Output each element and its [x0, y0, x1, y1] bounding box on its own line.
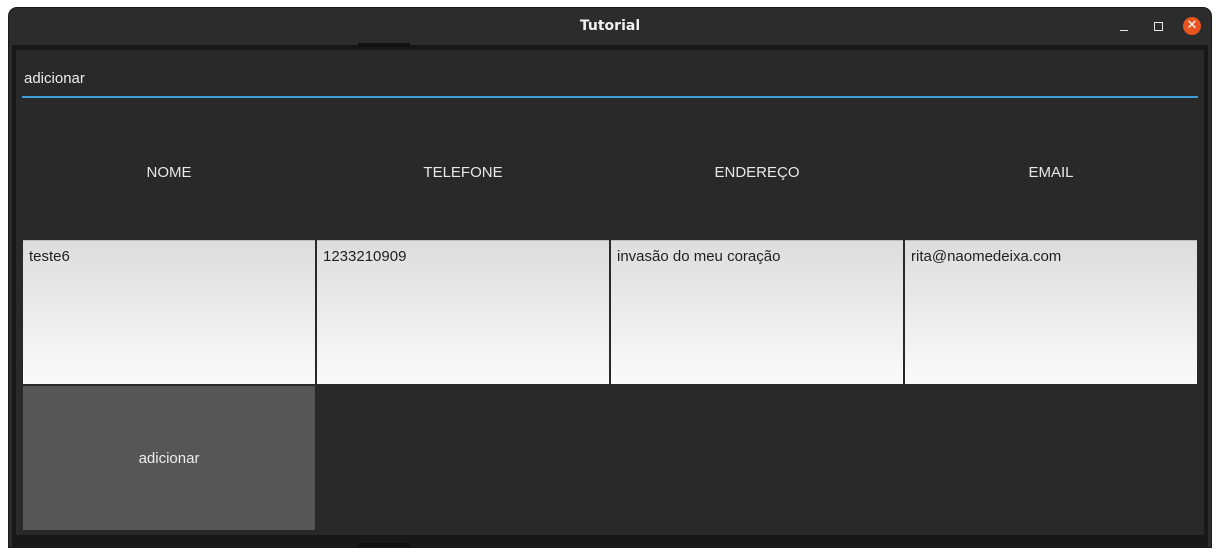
header-telefone: TELEFONE [423, 164, 503, 181]
header-endereco: ENDEREÇO [714, 164, 800, 181]
header-nome: NOME [146, 164, 192, 181]
background-strip [358, 43, 410, 47]
add-button[interactable]: adicionar [23, 386, 315, 530]
cell-telefone[interactable]: 1233210909 [317, 240, 609, 384]
title-bar[interactable]: Tutorial ✕ [9, 8, 1211, 45]
text-input[interactable] [22, 60, 1198, 96]
maximize-icon [1153, 21, 1163, 31]
cell-endereco[interactable]: invasão do meu coração [611, 240, 903, 384]
minimize-button[interactable] [1115, 17, 1133, 35]
main-panel: NOME TELEFONE ENDEREÇO EMAIL teste6 1233… [16, 50, 1204, 535]
header-email: EMAIL [1028, 164, 1074, 181]
window-title: Tutorial [579, 18, 641, 34]
text-input-container [22, 60, 1198, 98]
close-button[interactable]: ✕ [1183, 17, 1201, 35]
background-strip [358, 543, 410, 547]
cell-nome[interactable]: teste6 [23, 240, 315, 384]
cell-email[interactable]: rita@naomedeixa.com [905, 240, 1197, 384]
close-icon: ✕ [1186, 18, 1198, 33]
maximize-button[interactable] [1149, 17, 1167, 35]
minimize-icon [1120, 29, 1128, 31]
client-area: NOME TELEFONE ENDEREÇO EMAIL teste6 1233… [12, 43, 1208, 547]
app-window: Tutorial ✕ NOME TELEFONE ENDEREÇO EMAIL … [9, 8, 1211, 547]
